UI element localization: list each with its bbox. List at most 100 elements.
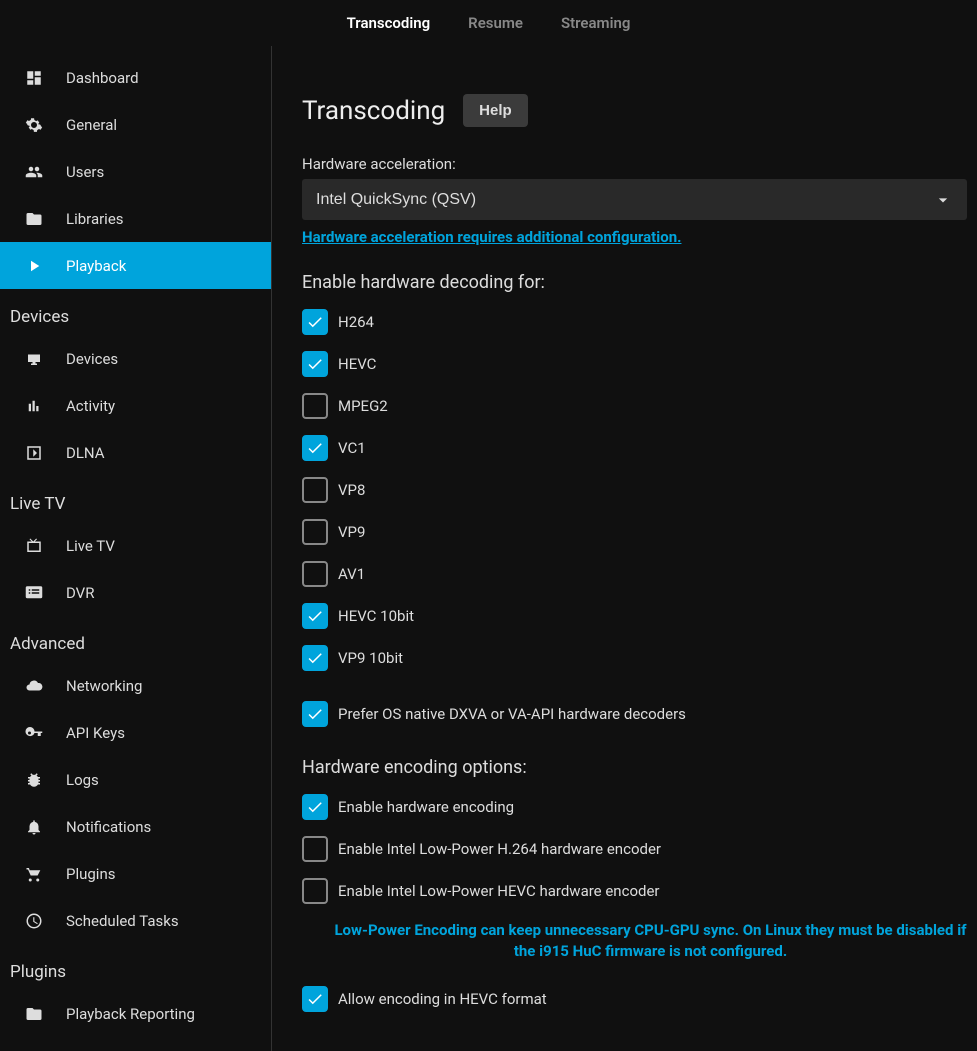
bell-icon [24, 817, 44, 837]
encode-opt-2-label: Enable Intel Low-Power HEVC hardware enc… [338, 882, 660, 900]
sidebar-item-label: DLNA [66, 444, 105, 462]
settings-icon [24, 115, 44, 135]
codec-vp9-label: VP9 [338, 523, 365, 541]
cart-icon [24, 864, 44, 884]
sidebar-item-label: Scheduled Tasks [66, 912, 179, 930]
codec-h264-label: H264 [338, 313, 374, 331]
codec-vp8-label: VP8 [338, 481, 365, 499]
sidebar-item-label: General [66, 116, 117, 134]
codec-hevc-label: HEVC [338, 355, 376, 373]
codec-hevc-10bit-checkbox[interactable] [302, 603, 328, 629]
lowpower-note: Low-Power Encoding can keep unnecessary … [334, 920, 967, 962]
hwaccel-label: Hardware acceleration: [302, 155, 967, 173]
sidebar-item-label: Live TV [66, 537, 115, 555]
sidebar-item-networking[interactable]: Networking [0, 662, 271, 709]
sidebar-item-logs[interactable]: Logs [0, 756, 271, 803]
tab-transcoding[interactable]: Transcoding [347, 14, 431, 32]
prefer-native: Prefer OS native DXVA or VA-API hardware… [302, 701, 967, 727]
codec-mpeg2-label: MPEG2 [338, 397, 388, 415]
sidebar-section-plugins: Plugins [0, 944, 271, 990]
codec-av1-label: AV1 [338, 565, 365, 583]
codec-vp9: VP9 [302, 519, 967, 545]
people-icon [24, 162, 44, 182]
prefer-native-checkbox[interactable] [302, 701, 328, 727]
sidebar-item-playback-reporting[interactable]: Playback Reporting [0, 990, 271, 1037]
decode-heading: Enable hardware decoding for: [302, 272, 967, 293]
sidebar-item-dlna[interactable]: DLNA [0, 429, 271, 476]
codec-vc1: VC1 [302, 435, 967, 461]
help-button[interactable]: Help [463, 94, 528, 127]
sidebar: Dashboard General Users Libraries Playback De… [0, 46, 272, 1051]
sidebar-item-label: Devices [66, 350, 118, 368]
encode-opt-0-label: Enable hardware encoding [338, 798, 514, 816]
sidebar-item-libraries[interactable]: Libraries [0, 195, 271, 242]
codec-vp8-checkbox[interactable] [302, 477, 328, 503]
sidebar-item-dashboard[interactable]: Dashboard [0, 54, 271, 101]
codec-mpeg2-checkbox[interactable] [302, 393, 328, 419]
codec-hevc-10bit: HEVC 10bit [302, 603, 967, 629]
sidebar-item-label: Playback [66, 257, 126, 275]
encode-opt-1-checkbox[interactable] [302, 836, 328, 862]
prefer-native-label: Prefer OS native DXVA or VA-API hardware… [338, 705, 686, 723]
sidebar-item-label: Notifications [66, 818, 151, 836]
sidebar-section-devices: Devices [0, 289, 271, 335]
folder-icon [24, 209, 44, 229]
sidebar-item-general[interactable]: General [0, 101, 271, 148]
codec-av1: AV1 [302, 561, 967, 587]
codec-vp8: VP8 [302, 477, 967, 503]
sidebar-item-live-tv[interactable]: Live TV [0, 522, 271, 569]
encode-opt-0: Enable hardware encoding [302, 794, 967, 820]
hwaccel-select[interactable]: Intel QuickSync (QSV) [302, 179, 967, 220]
codec-av1-checkbox[interactable] [302, 561, 328, 587]
sidebar-item-label: Logs [66, 771, 99, 789]
codec-hevc: HEVC [302, 351, 967, 377]
bug-icon [24, 770, 44, 790]
encode-opt-2-checkbox[interactable] [302, 878, 328, 904]
sidebar-item-activity[interactable]: Activity [0, 382, 271, 429]
encode-opt-2: Enable Intel Low-Power HEVC hardware enc… [302, 878, 967, 904]
sidebar-section-advanced: Advanced [0, 616, 271, 662]
codec-h264-checkbox[interactable] [302, 309, 328, 335]
sidebar-item-playback[interactable]: Playback [0, 242, 271, 289]
sidebar-item-label: Dashboard [66, 69, 139, 87]
sidebar-item-label: Users [66, 163, 104, 181]
allow-hevc: Allow encoding in HEVC format [302, 986, 967, 1012]
sidebar-item-scheduled-tasks[interactable]: Scheduled Tasks [0, 897, 271, 944]
input-icon [24, 443, 44, 463]
main-content: Transcoding Help Hardware acceleration: … [272, 46, 977, 1051]
sidebar-item-devices[interactable]: Devices [0, 335, 271, 382]
tab-streaming[interactable]: Streaming [561, 14, 630, 32]
encode-heading: Hardware encoding options: [302, 757, 967, 778]
sidebar-item-label: Plugins [66, 865, 115, 883]
page-title: Transcoding [302, 96, 445, 126]
sidebar-item-label: Libraries [66, 210, 124, 228]
hwaccel-config-link[interactable]: Hardware acceleration requires additiona… [302, 228, 967, 246]
codec-vc1-label: VC1 [338, 439, 366, 457]
sidebar-item-notifications[interactable]: Notifications [0, 803, 271, 850]
key-icon [24, 723, 44, 743]
codec-hevc-checkbox[interactable] [302, 351, 328, 377]
codec-vp9-10bit: VP9 10bit [302, 645, 967, 671]
sidebar-item-dvr[interactable]: DVR [0, 569, 271, 616]
play-icon [24, 256, 44, 276]
schedule-icon [24, 911, 44, 931]
sidebar-item-api-keys[interactable]: API Keys [0, 709, 271, 756]
codec-vp9-checkbox[interactable] [302, 519, 328, 545]
sidebar-item-label: Activity [66, 397, 115, 415]
sidebar-item-label: Playback Reporting [66, 1005, 195, 1023]
sidebar-section-live-tv: Live TV [0, 476, 271, 522]
dvr-icon [24, 583, 44, 603]
codec-mpeg2: MPEG2 [302, 393, 967, 419]
codec-vp9-10bit-label: VP9 10bit [338, 649, 403, 667]
encode-opt-0-checkbox[interactable] [302, 794, 328, 820]
sidebar-item-users[interactable]: Users [0, 148, 271, 195]
encode-opt-1: Enable Intel Low-Power H.264 hardware en… [302, 836, 967, 862]
sidebar-item-label: Networking [66, 677, 142, 695]
sidebar-item-plugins[interactable]: Plugins [0, 850, 271, 897]
allow-hevc-checkbox[interactable] [302, 986, 328, 1012]
tab-resume[interactable]: Resume [468, 14, 523, 32]
livetv-icon [24, 536, 44, 556]
codec-vc1-checkbox[interactable] [302, 435, 328, 461]
cloud-icon [24, 676, 44, 696]
codec-vp9-10bit-checkbox[interactable] [302, 645, 328, 671]
